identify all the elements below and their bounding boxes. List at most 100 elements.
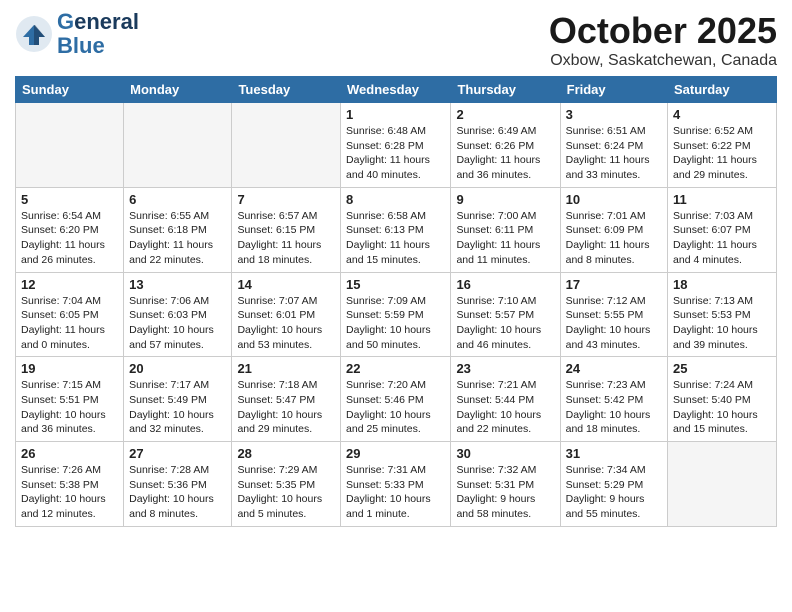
brand-eneral: eneral [74, 9, 139, 34]
day-number: 20 [129, 361, 226, 376]
day-info: Sunrise: 6:48 AMSunset: 6:28 PMDaylight:… [346, 124, 445, 183]
header: General Blue October 2025 Oxbow, Saskatc… [15, 10, 777, 70]
day-info: Sunrise: 7:13 AMSunset: 5:53 PMDaylight:… [673, 294, 771, 353]
weekday-header-row: SundayMondayTuesdayWednesdayThursdayFrid… [16, 77, 777, 103]
day-info: Sunrise: 7:34 AMSunset: 5:29 PMDaylight:… [566, 463, 662, 522]
day-info: Sunrise: 7:01 AMSunset: 6:09 PMDaylight:… [566, 209, 662, 268]
month-title: October 2025 [549, 10, 777, 52]
day-info: Sunrise: 6:57 AMSunset: 6:15 PMDaylight:… [237, 209, 335, 268]
day-number: 24 [566, 361, 662, 376]
calendar-cell: 19 Sunrise: 7:15 AMSunset: 5:51 PMDayligh… [16, 357, 124, 442]
day-number: 13 [129, 277, 226, 292]
calendar-cell: 15 Sunrise: 7:09 AMSunset: 5:59 PMDayligh… [341, 272, 451, 357]
calendar-cell: 9 Sunrise: 7:00 AMSunset: 6:11 PMDaylight… [451, 187, 560, 272]
day-info: Sunrise: 7:04 AMSunset: 6:05 PMDaylight:… [21, 294, 118, 353]
calendar-cell: 29Sunrise: 7:31 AMSunset: 5:33 PMDayligh… [341, 442, 451, 527]
day-info: Sunrise: 7:15 AMSunset: 5:51 PMDaylight:… [21, 378, 118, 437]
weekday-header-thursday: Thursday [451, 77, 560, 103]
day-info: Sunrise: 7:24 AMSunset: 5:40 PMDaylight:… [673, 378, 771, 437]
day-info: Sunrise: 6:49 AMSunset: 6:26 PMDaylight:… [456, 124, 554, 183]
calendar-cell: 13Sunrise: 7:06 AMSunset: 6:03 PMDayligh… [124, 272, 232, 357]
day-number: 7 [237, 192, 335, 207]
calendar-cell: 21 Sunrise: 7:18 AMSunset: 5:47 PMDayligh… [232, 357, 341, 442]
calendar-cell [124, 103, 232, 188]
calendar-cell: 14Sunrise: 7:07 AMSunset: 6:01 PMDayligh… [232, 272, 341, 357]
day-info: Sunrise: 7:32 AMSunset: 5:31 PMDaylight:… [456, 463, 554, 522]
calendar-cell: 3 Sunrise: 6:51 AMSunset: 6:24 PMDaylight… [560, 103, 667, 188]
calendar-cell [232, 103, 341, 188]
day-number: 19 [21, 361, 118, 376]
day-info: Sunrise: 7:10 AMSunset: 5:57 PMDaylight:… [456, 294, 554, 353]
calendar-cell: 23 Sunrise: 7:21 AMSunset: 5:44 PMDayligh… [451, 357, 560, 442]
calendar-cell: 17Sunrise: 7:12 AMSunset: 5:55 PMDayligh… [560, 272, 667, 357]
weekday-header-tuesday: Tuesday [232, 77, 341, 103]
calendar-cell: 11Sunrise: 7:03 AMSunset: 6:07 PMDayligh… [668, 187, 777, 272]
weekday-header-sunday: Sunday [16, 77, 124, 103]
day-info: Sunrise: 7:21 AMSunset: 5:44 PMDaylight:… [456, 378, 554, 437]
day-info: Sunrise: 7:28 AMSunset: 5:36 PMDaylight:… [129, 463, 226, 522]
day-number: 8 [346, 192, 445, 207]
calendar-cell: 30 Sunrise: 7:32 AMSunset: 5:31 PMDayligh… [451, 442, 560, 527]
day-number: 14 [237, 277, 335, 292]
day-number: 4 [673, 107, 771, 122]
brand-g: G [57, 9, 74, 34]
day-number: 23 [456, 361, 554, 376]
day-info: Sunrise: 7:23 AMSunset: 5:42 PMDaylight:… [566, 378, 662, 437]
day-number: 17 [566, 277, 662, 292]
calendar-cell: 18 Sunrise: 7:13 AMSunset: 5:53 PMDayligh… [668, 272, 777, 357]
calendar-cell: 22 Sunrise: 7:20 AMSunset: 5:46 PMDayligh… [341, 357, 451, 442]
day-number: 30 [456, 446, 554, 461]
calendar-table: SundayMondayTuesdayWednesdayThursdayFrid… [15, 76, 777, 527]
calendar-cell: 25Sunrise: 7:24 AMSunset: 5:40 PMDayligh… [668, 357, 777, 442]
day-info: Sunrise: 6:52 AMSunset: 6:22 PMDaylight:… [673, 124, 771, 183]
logo: General Blue [15, 10, 139, 58]
day-number: 16 [456, 277, 554, 292]
brand-blue: Blue [57, 34, 139, 58]
calendar-cell: 26Sunrise: 7:26 AMSunset: 5:38 PMDayligh… [16, 442, 124, 527]
calendar-cell: 4 Sunrise: 6:52 AMSunset: 6:22 PMDaylight… [668, 103, 777, 188]
week-row-2: 5Sunrise: 6:54 AMSunset: 6:20 PMDaylight… [16, 187, 777, 272]
calendar-cell: 1Sunrise: 6:48 AMSunset: 6:28 PMDaylight… [341, 103, 451, 188]
calendar-cell: 27Sunrise: 7:28 AMSunset: 5:36 PMDayligh… [124, 442, 232, 527]
day-info: Sunrise: 7:00 AMSunset: 6:11 PMDaylight:… [456, 209, 554, 268]
calendar-cell: 16 Sunrise: 7:10 AMSunset: 5:57 PMDayligh… [451, 272, 560, 357]
calendar-cell [16, 103, 124, 188]
day-number: 28 [237, 446, 335, 461]
day-number: 15 [346, 277, 445, 292]
day-number: 5 [21, 192, 118, 207]
calendar-cell: 20Sunrise: 7:17 AMSunset: 5:49 PMDayligh… [124, 357, 232, 442]
calendar-cell: 31 Sunrise: 7:34 AMSunset: 5:29 PMDayligh… [560, 442, 667, 527]
weekday-header-friday: Friday [560, 77, 667, 103]
week-row-5: 26Sunrise: 7:26 AMSunset: 5:38 PMDayligh… [16, 442, 777, 527]
day-number: 10 [566, 192, 662, 207]
week-row-3: 12 Sunrise: 7:04 AMSunset: 6:05 PMDayligh… [16, 272, 777, 357]
location-subtitle: Oxbow, Saskatchewan, Canada [549, 52, 777, 70]
calendar-cell: 24 Sunrise: 7:23 AMSunset: 5:42 PMDayligh… [560, 357, 667, 442]
calendar-cell [668, 442, 777, 527]
weekday-header-monday: Monday [124, 77, 232, 103]
calendar-cell: 6Sunrise: 6:55 AMSunset: 6:18 PMDaylight… [124, 187, 232, 272]
day-info: Sunrise: 7:18 AMSunset: 5:47 PMDaylight:… [237, 378, 335, 437]
day-info: Sunrise: 7:31 AMSunset: 5:33 PMDaylight:… [346, 463, 445, 522]
calendar-cell: 10 Sunrise: 7:01 AMSunset: 6:09 PMDayligh… [560, 187, 667, 272]
day-info: Sunrise: 6:55 AMSunset: 6:18 PMDaylight:… [129, 209, 226, 268]
weekday-header-wednesday: Wednesday [341, 77, 451, 103]
day-number: 3 [566, 107, 662, 122]
weekday-header-saturday: Saturday [668, 77, 777, 103]
day-info: Sunrise: 6:51 AMSunset: 6:24 PMDaylight:… [566, 124, 662, 183]
day-info: Sunrise: 7:09 AMSunset: 5:59 PMDaylight:… [346, 294, 445, 353]
day-number: 26 [21, 446, 118, 461]
day-info: Sunrise: 6:58 AMSunset: 6:13 PMDaylight:… [346, 209, 445, 268]
day-info: Sunrise: 7:20 AMSunset: 5:46 PMDaylight:… [346, 378, 445, 437]
calendar-cell: 12 Sunrise: 7:04 AMSunset: 6:05 PMDayligh… [16, 272, 124, 357]
day-info: Sunrise: 7:03 AMSunset: 6:07 PMDaylight:… [673, 209, 771, 268]
day-number: 21 [237, 361, 335, 376]
day-number: 9 [456, 192, 554, 207]
title-area: October 2025 Oxbow, Saskatchewan, Canada [549, 10, 777, 70]
brand-text: General Blue [57, 10, 139, 58]
day-number: 12 [21, 277, 118, 292]
day-number: 22 [346, 361, 445, 376]
day-number: 18 [673, 277, 771, 292]
day-number: 31 [566, 446, 662, 461]
page-container: General Blue October 2025 Oxbow, Saskatc… [0, 0, 792, 537]
